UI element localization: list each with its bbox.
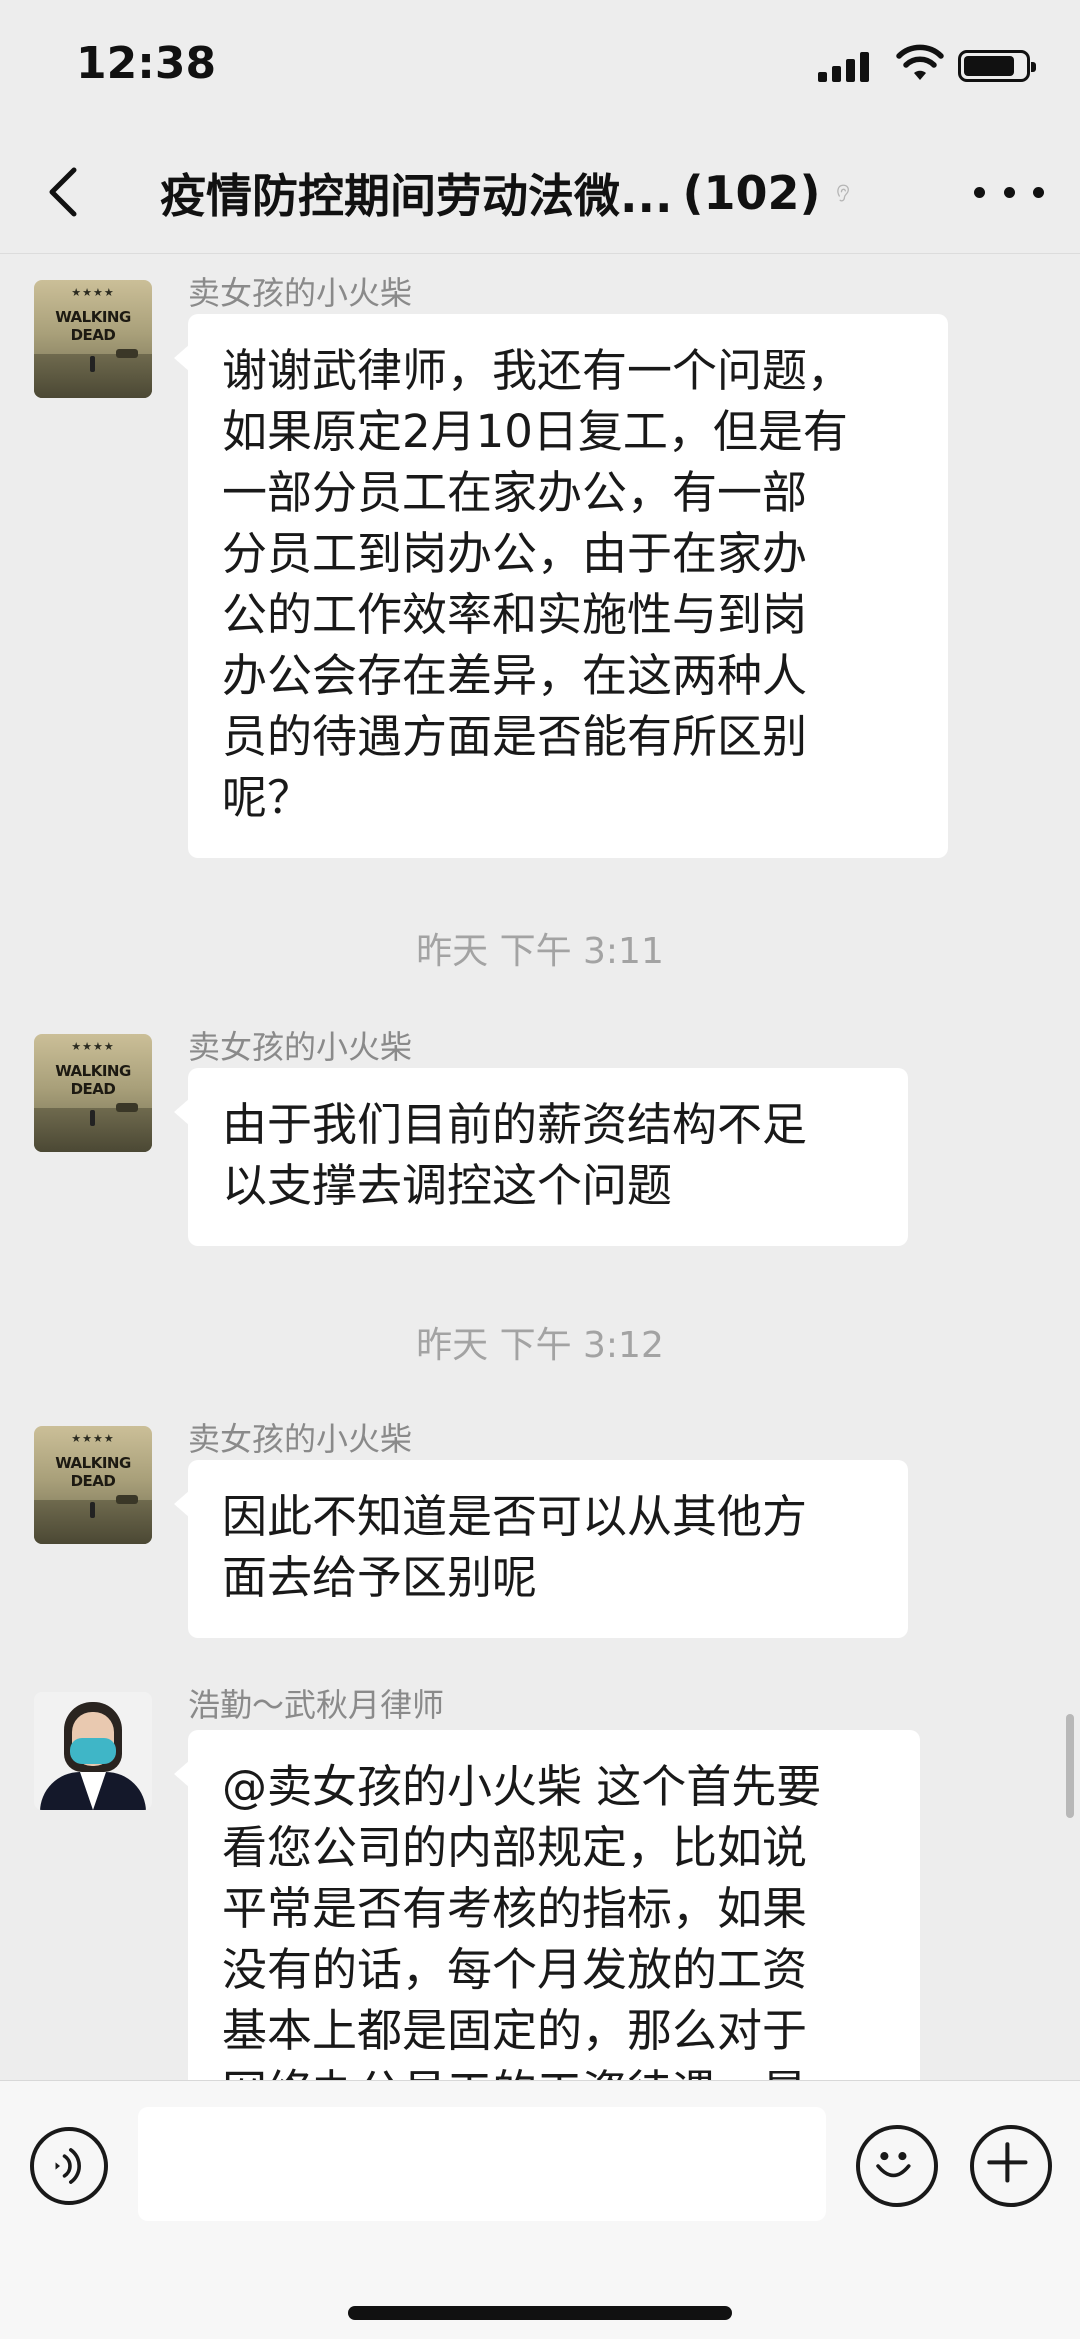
timestamp: 昨天 下午 3:12 xyxy=(416,1325,664,1366)
input-bar xyxy=(0,2080,1080,2339)
avatar-title: WALKING DEAD xyxy=(55,1454,131,1490)
member-count: (102) xyxy=(682,166,821,220)
timestamp: 昨天 下午 3:11 xyxy=(416,931,664,972)
scrollbar[interactable] xyxy=(1066,1714,1074,1818)
message-line: 谢谢武律师，我还有一个问题， xyxy=(222,344,853,397)
plus-icon[interactable] xyxy=(970,2125,1052,2207)
avatar[interactable]: ★★★★ WALKING DEAD xyxy=(34,1426,152,1544)
ear-icon xyxy=(836,184,849,202)
message-item: 浩勤～武秋月律师 @卖女孩的小火柴 这个首先要 看您公司的内部规定，比如说 平常… xyxy=(0,1674,1080,2080)
chat-title-text: 疫情防控期间劳动法微... xyxy=(160,169,673,223)
wifi-icon xyxy=(896,44,944,80)
chat-header: 疫情防控期间劳动法微... (102) xyxy=(0,130,1080,254)
emoji-icon[interactable] xyxy=(856,2125,938,2207)
avatar[interactable]: ★★★★ WALKING DEAD xyxy=(34,1034,152,1152)
message-line: 一部分员工在家办公，有一部 xyxy=(222,466,808,519)
battery-icon xyxy=(958,50,1036,82)
message-line: 办公会存在差异，在这两种人 xyxy=(222,649,808,702)
message-bubble[interactable]: 因此不知道是否可以从其他方 面去给予区别呢 xyxy=(174,1460,908,1638)
avatar-stars: ★★★★ xyxy=(71,1040,115,1053)
back-arrow-icon[interactable] xyxy=(36,160,92,224)
avatar[interactable] xyxy=(34,1692,152,1810)
chat-title[interactable]: 疫情防控期间劳动法微... (102) xyxy=(160,160,850,226)
message-line: 面去给予区别呢 xyxy=(222,1551,538,1604)
message-line: 平常是否有考核的指标，如果 xyxy=(222,1882,808,1935)
avatar-stars: ★★★★ xyxy=(71,286,115,299)
avatar-title: WALKING DEAD xyxy=(55,1062,131,1098)
message-bubble[interactable]: @卖女孩的小火柴 这个首先要 看您公司的内部规定，比如说 平常是否有考核的指标，… xyxy=(174,1730,920,2080)
message-item: ★★★★ WALKING DEAD 卖女孩的小火柴 因此不知道是否可以从其他方 … xyxy=(0,1408,1080,1638)
message-line: 基本上都是固定的，那么对于 xyxy=(222,2004,808,2057)
message-line: 以支撑去调控这个问题 xyxy=(222,1159,673,1212)
message-line: @卖女孩的小火柴 这个首先要 xyxy=(222,1760,822,1813)
more-icon[interactable] xyxy=(974,170,1044,214)
avatar-stars: ★★★★ xyxy=(71,1432,115,1445)
home-indicator[interactable] xyxy=(348,2306,732,2320)
message-line: 分员工到岗办公，由于在家办 xyxy=(222,527,808,580)
message-line: 网络办公员工的工资待遇，是 xyxy=(222,2061,886,2080)
chat-messages[interactable]: ★★★★ WALKING DEAD 卖女孩的小火柴 谢谢武律师，我还有一个问题，… xyxy=(0,254,1080,2080)
message-item: ★★★★ WALKING DEAD 卖女孩的小火柴 谢谢武律师，我还有一个问题，… xyxy=(0,262,1080,862)
voice-icon[interactable] xyxy=(30,2127,108,2205)
status-icons xyxy=(818,44,1038,82)
avatar[interactable]: ★★★★ WALKING DEAD xyxy=(34,280,152,398)
message-line: 由于我们目前的薪资结构不足 xyxy=(222,1098,808,1151)
message-line: 公的工作效率和实施性与到岗 xyxy=(222,588,808,641)
status-time: 12:38 xyxy=(76,38,217,89)
status-bar: 12:38 xyxy=(0,0,1080,130)
message-line: 看您公司的内部规定，比如说 xyxy=(222,1821,808,1874)
message-line: 员的待遇方面是否能有所区别 xyxy=(222,710,808,763)
message-input[interactable] xyxy=(138,2107,826,2221)
message-line: 呢？ xyxy=(222,771,313,824)
sender-name: 卖女孩的小火柴 xyxy=(188,1420,413,1458)
sender-name: 卖女孩的小火柴 xyxy=(188,274,413,312)
message-item: ★★★★ WALKING DEAD 卖女孩的小火柴 由于我们目前的薪资结构不足 … xyxy=(0,1016,1080,1246)
sender-name: 浩勤～武秋月律师 xyxy=(188,1686,445,1724)
message-bubble[interactable]: 谢谢武律师，我还有一个问题， 如果原定2月10日复工，但是有 一部分员工在家办公… xyxy=(174,314,948,858)
message-line: 如果原定2月10日复工，但是有 xyxy=(222,405,848,458)
message-line: 没有的话，每个月发放的工资 xyxy=(222,1943,808,1996)
sender-name: 卖女孩的小火柴 xyxy=(188,1028,413,1066)
avatar-title: WALKING DEAD xyxy=(55,308,131,344)
message-line: 因此不知道是否可以从其他方 xyxy=(222,1490,808,1543)
message-bubble[interactable]: 由于我们目前的薪资结构不足 以支撑去调控这个问题 xyxy=(174,1068,908,1246)
